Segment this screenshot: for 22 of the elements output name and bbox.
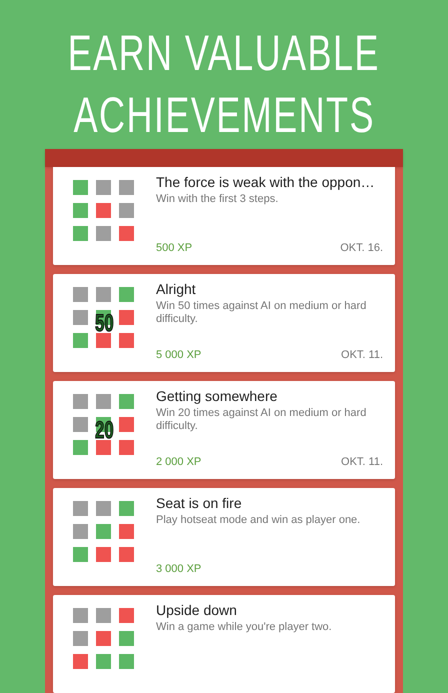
- xp-reward: 2 000 XP: [156, 454, 202, 470]
- xp-reward: 3 000 XP: [156, 562, 202, 576]
- achievement-card[interactable]: The force is weak with the oppon… Win with the first 3 steps. 500 XP OKT. 16.: [53, 167, 395, 265]
- xp-reward: 5 000 XP: [156, 348, 202, 362]
- unlock-date: OKT. 11.: [341, 454, 383, 470]
- achievement-description: Win with the first 3 steps.: [156, 193, 280, 206]
- headline: ACHIEVEMENTS: [73, 86, 375, 145]
- achievement-description: Play hotseat mode and win as player one.: [156, 514, 362, 527]
- achievement-title: Alright: [156, 280, 197, 298]
- unlock-date: OKT. 16.: [340, 240, 383, 256]
- xp-reward: 500 XP: [156, 240, 192, 256]
- achievement-card[interactable]: Seat is on fire Play hotseat mode and win as player one. 3 000 XP: [53, 488, 395, 586]
- headline: EARN VALUABLE: [68, 24, 380, 83]
- achievement-card[interactable]: Upside down Win a game while you're player two.: [53, 595, 395, 693]
- unlock-date: OKT. 11.: [341, 348, 383, 362]
- achievement-title: Seat is on fire: [156, 494, 243, 512]
- achievement-title: Upside down: [156, 601, 238, 619]
- achievement-description: Win 20 times against AI on medium or hard difficulty.: [156, 407, 368, 433]
- achievement-description: Win a game while you're player two.: [156, 621, 333, 634]
- achievement-description: Win 50 times against AI on medium or hard difficulty.: [156, 300, 368, 326]
- achievement-title: Getting somewhere: [156, 387, 278, 405]
- achievement-title: The force is weak with the oppon…: [156, 173, 376, 191]
